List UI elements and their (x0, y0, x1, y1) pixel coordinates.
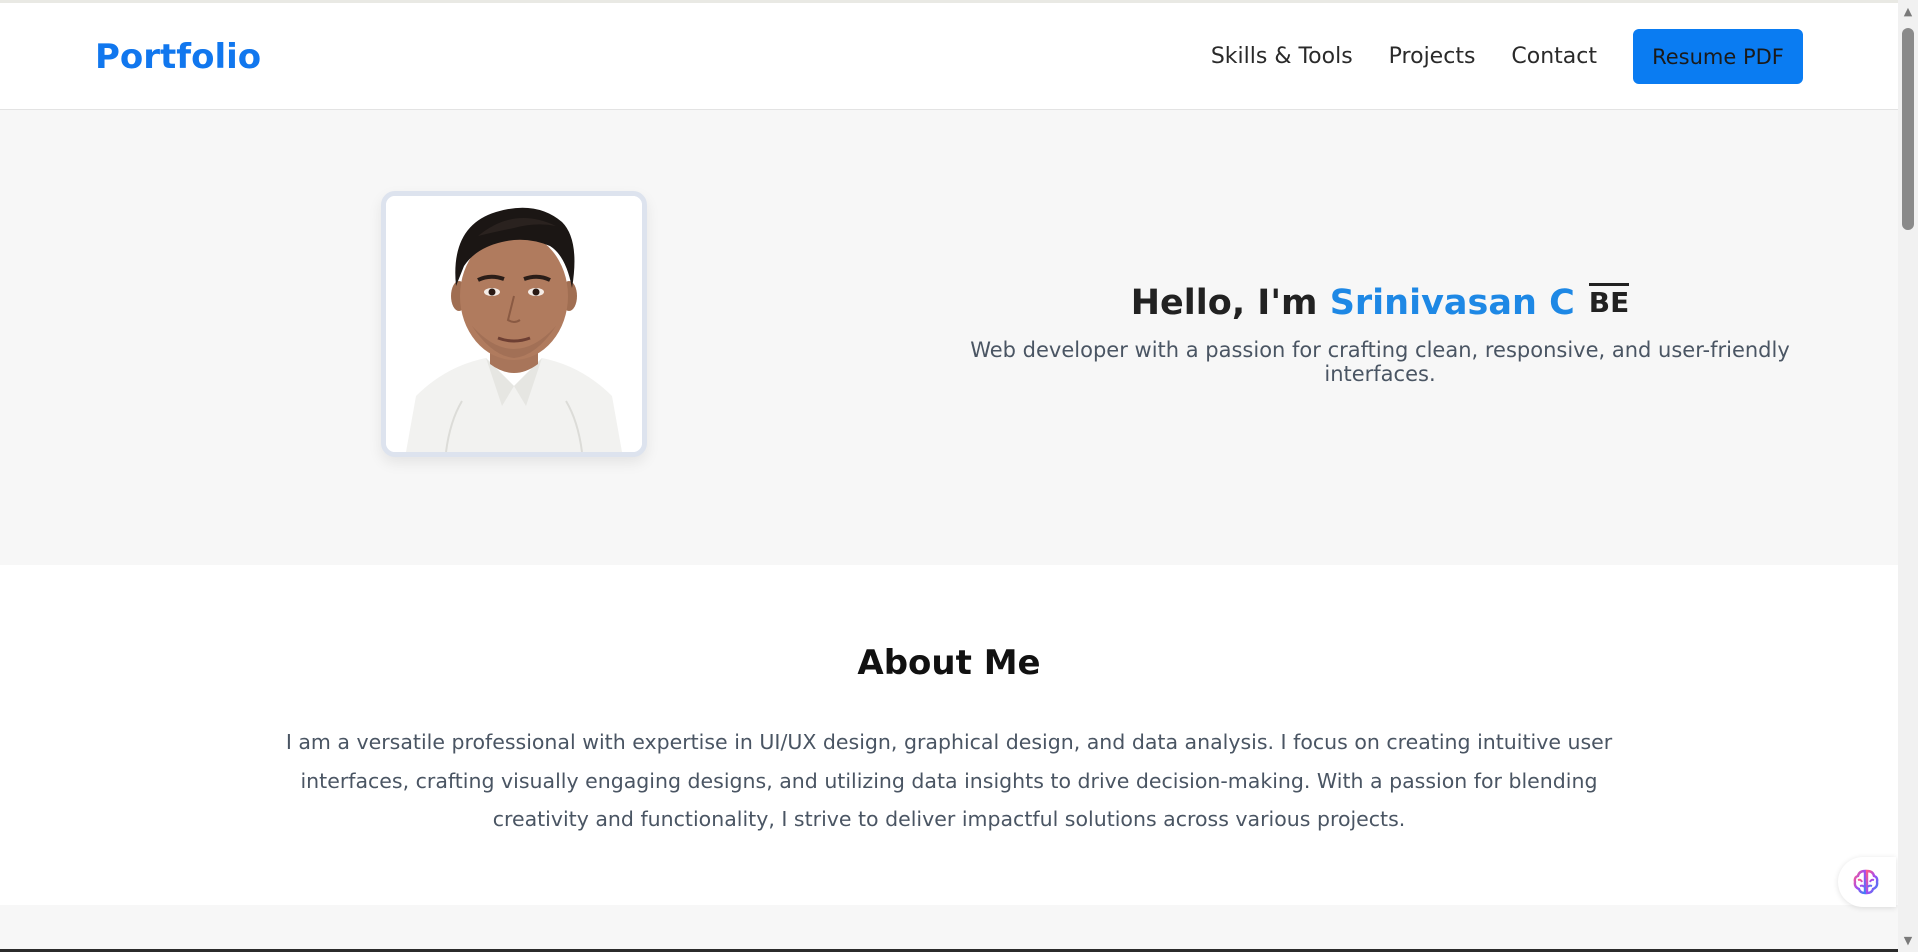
page: Portfolio Skills & Tools Projects Contac… (0, 0, 1918, 952)
resume-pdf-button[interactable]: Resume PDF (1633, 29, 1803, 84)
about-section: About Me I am a versatile professional w… (0, 565, 1898, 905)
brand-logo-link[interactable]: Portfolio (95, 37, 261, 77)
hero-section: Hello, I'm Srinivasan C BE Web developer … (0, 110, 1898, 565)
about-text: I am a versatile professional with exper… (285, 730, 1613, 831)
hero-greeting: Hello, I'm (1130, 283, 1330, 323)
hero-degree: BE (1588, 283, 1630, 320)
viewport-content: Portfolio Skills & Tools Projects Contac… (0, 0, 1898, 952)
hero-subtitle: Web developer with a passion for craftin… (970, 338, 1790, 386)
hero-name: Srinivasan C (1329, 283, 1575, 323)
nav-links: Skills & Tools Projects Contact Resume P… (1175, 29, 1803, 84)
nav-link-skills-tools[interactable]: Skills & Tools (1211, 30, 1353, 84)
nav-link-contact[interactable]: Contact (1511, 30, 1597, 84)
brain-icon (1853, 869, 1879, 895)
profile-photo (381, 191, 647, 457)
profile-photo-illustration (386, 196, 642, 452)
arrow-down-icon[interactable]: ▼ (1898, 932, 1918, 949)
arrow-up-icon[interactable]: ▲ (1898, 3, 1918, 20)
hero-heading: Hello, I'm Srinivasan C BE (950, 276, 1810, 330)
hero-text-block: Hello, I'm Srinivasan C BE Web developer … (950, 276, 1810, 386)
scrollbar-thumb[interactable] (1902, 28, 1914, 230)
navbar: Portfolio Skills & Tools Projects Contac… (0, 3, 1898, 110)
vertical-scrollbar[interactable]: ▲ ▼ (1898, 0, 1918, 952)
assistant-button[interactable] (1838, 857, 1896, 907)
nav-link-projects[interactable]: Projects (1389, 30, 1476, 84)
about-title: About Me (857, 643, 1041, 683)
next-section (0, 905, 1898, 952)
